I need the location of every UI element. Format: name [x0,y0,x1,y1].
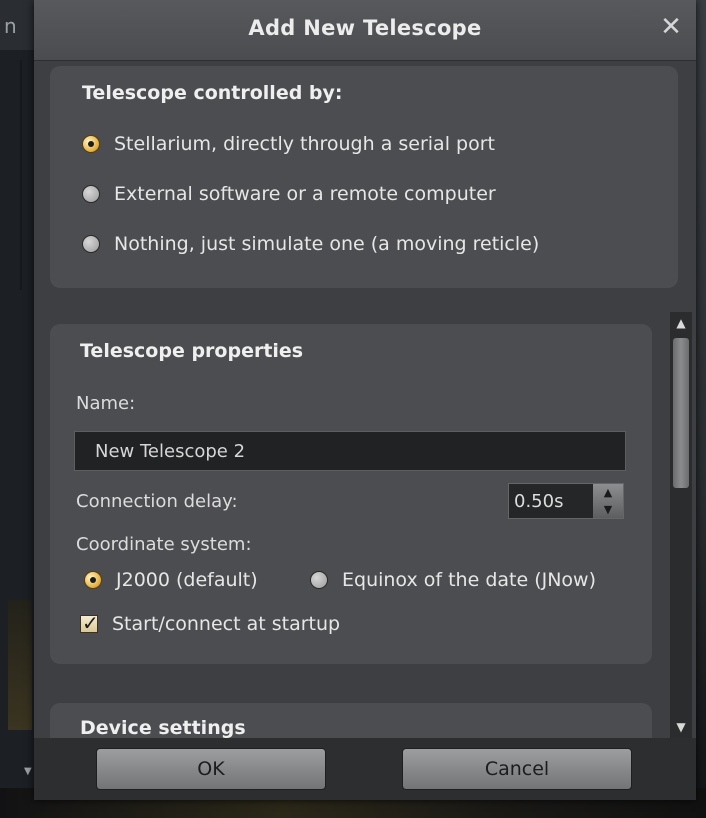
add-telescope-dialog: Add New Telescope ✕ Telescope controlled… [34,0,696,800]
radio-label: Stellarium, directly through a serial po… [114,133,495,155]
controlled-by-panel: Telescope controlled by: Stellarium, dir… [50,66,678,288]
dialog-footer: OK Cancel [34,738,696,800]
vertical-scrollbar[interactable]: ▲ ▼ [670,312,692,740]
radio-external-software[interactable]: External software or a remote computer [82,180,496,208]
background-text: n [4,14,17,38]
controlled-by-title: Telescope controlled by: [82,82,343,104]
background-terrain [8,600,32,730]
coordinate-system-label: Coordinate system: [76,534,252,555]
chevron-down-icon[interactable]: ▼ [593,501,623,518]
radio-button-selected[interactable] [82,135,100,153]
startup-checkbox[interactable] [80,611,99,635]
dialog-title: Add New Telescope [248,16,482,40]
startup-checkbox-row[interactable]: Start/connect at startup [80,610,340,638]
radio-label: External software or a remote computer [114,183,496,205]
radio-button[interactable] [82,185,100,203]
connection-delay-spinbox[interactable]: 0.50s ▲ ▼ [508,483,624,519]
radio-jnow[interactable]: Equinox of the date (JNow) [310,566,596,594]
background-right-edge [695,0,706,818]
radio-button[interactable] [82,235,100,253]
radio-simulate[interactable]: Nothing, just simulate one (a moving ret… [82,230,539,258]
background-app-sidebar: n ▼ [0,0,36,818]
properties-title: Telescope properties [80,340,304,362]
radio-button-selected[interactable] [84,571,102,589]
radio-label: J2000 (default) [116,569,258,591]
name-label: Name: [76,393,136,414]
background-divider [20,60,22,290]
connection-delay-value[interactable]: 0.50s [509,484,593,518]
radio-serial-port[interactable]: Stellarium, directly through a serial po… [82,130,495,158]
ok-button[interactable]: OK [96,748,326,790]
radio-j2000[interactable]: J2000 (default) [84,566,258,594]
startup-checkbox-label: Start/connect at startup [112,613,341,635]
scrollbar-thumb[interactable] [673,338,689,488]
telescope-name-input[interactable]: New Telescope 2 [74,431,626,471]
background-arrow-icon: ▼ [24,766,32,777]
device-settings-title: Device settings [80,717,246,739]
radio-label: Nothing, just simulate one (a moving ret… [114,233,540,255]
radio-label: Equinox of the date (JNow) [342,569,597,591]
dialog-titlebar[interactable]: Add New Telescope ✕ [34,0,696,61]
spinbox-buttons: ▲ ▼ [593,484,623,518]
radio-button[interactable] [310,571,328,589]
scroll-down-icon[interactable]: ▼ [670,716,692,738]
scroll-up-icon[interactable]: ▲ [670,312,692,334]
cancel-button[interactable]: Cancel [402,748,632,790]
chevron-up-icon[interactable]: ▲ [593,484,623,501]
connection-delay-label: Connection delay: [76,491,238,512]
close-icon[interactable]: ✕ [656,12,686,42]
